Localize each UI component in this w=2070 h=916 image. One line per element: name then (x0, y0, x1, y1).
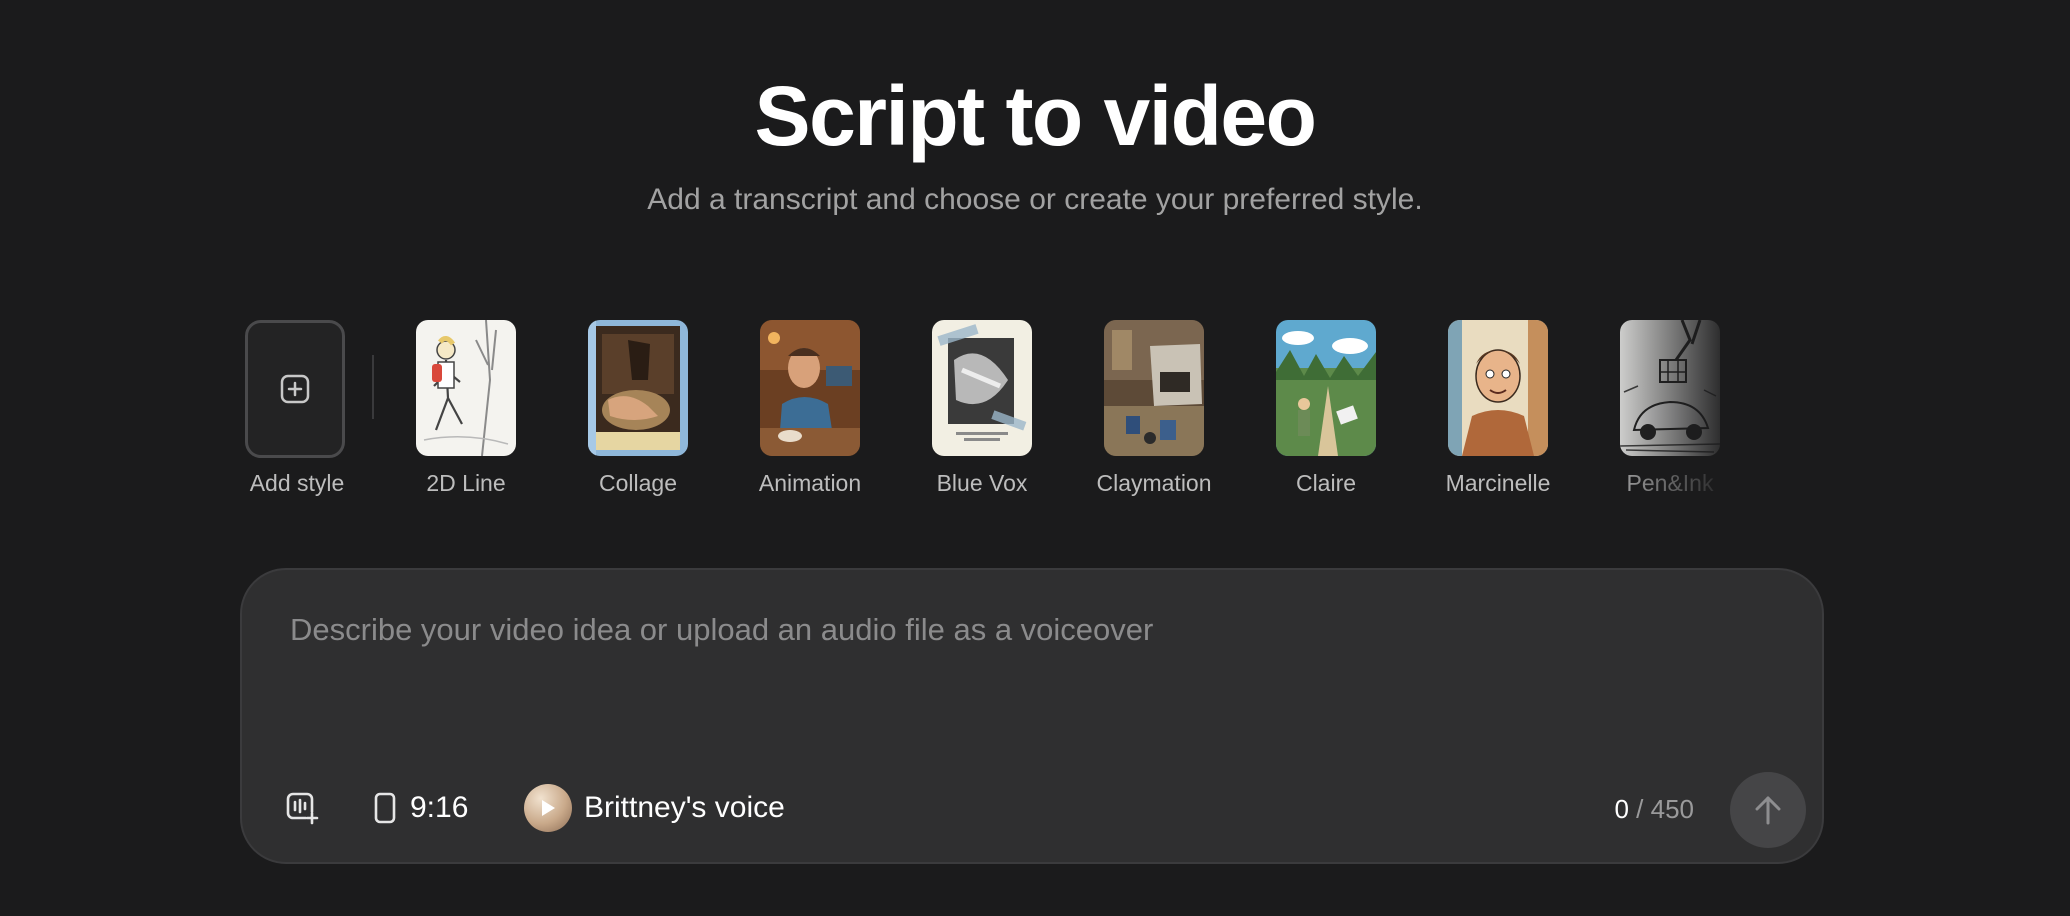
carousel-divider (372, 355, 374, 419)
page-subtitle: Add a transcript and choose or create yo… (647, 183, 1423, 216)
style-marcinelle-thumbnail[interactable] (1448, 320, 1548, 456)
script-composer: 9:16 Brittney's voice 0 / 450 (240, 568, 1824, 864)
style-collage-label: Collage (599, 470, 677, 496)
style-sc-label: Sc (1757, 468, 1824, 498)
style-collage-thumbnail[interactable] (588, 320, 688, 456)
style-2d-line-label: 2D Line (426, 470, 506, 496)
add-style-tile[interactable] (245, 320, 345, 458)
aspect-ratio-label: 9:16 (410, 791, 469, 824)
character-counter: 0 / 450 (1614, 792, 1694, 826)
style-2d-line-thumbnail[interactable] (416, 320, 516, 456)
aspect-ratio-button[interactable]: 9:16 (374, 784, 468, 832)
style-claymation-label: Claymation (1096, 470, 1212, 496)
add-media-button[interactable] (278, 784, 326, 832)
style-blue-vox-thumbnail[interactable] (932, 320, 1032, 456)
style-claire-thumbnail[interactable] (1276, 320, 1376, 456)
style-sc-thumbnail[interactable] (1792, 320, 1824, 456)
voice-label: Brittney's voice (584, 791, 785, 824)
style-claire-label: Claire (1295, 470, 1357, 496)
media-add-icon (286, 792, 319, 825)
style-animation-label: Animation (758, 470, 862, 496)
style-animation-thumbnail[interactable] (760, 320, 860, 456)
play-icon (542, 800, 555, 816)
page-title: Script to video (754, 69, 1317, 163)
plus-square-icon (280, 374, 310, 404)
script-input[interactable] (290, 610, 1770, 720)
character-limit: / 450 (1636, 794, 1694, 824)
style-claymation-thumbnail[interactable] (1104, 320, 1204, 456)
arrow-up-icon (1755, 796, 1781, 825)
style-blue-vox-label: Blue Vox (936, 470, 1028, 496)
character-count: 0 (1614, 794, 1629, 824)
style-pen-ink-thumbnail[interactable] (1620, 320, 1720, 456)
style-carousel: Add style 2D Line Collage Animation Blue… (240, 320, 1824, 500)
voice-select-button[interactable]: Brittney's voice (524, 782, 785, 834)
submit-button[interactable] (1730, 772, 1806, 848)
style-pen-ink-label: Pen&Ink (1626, 470, 1714, 496)
phone-portrait-icon (374, 792, 396, 824)
add-style-label: Add style (249, 470, 345, 496)
style-marcinelle-label: Marcinelle (1445, 470, 1551, 496)
voice-avatar (524, 784, 572, 832)
